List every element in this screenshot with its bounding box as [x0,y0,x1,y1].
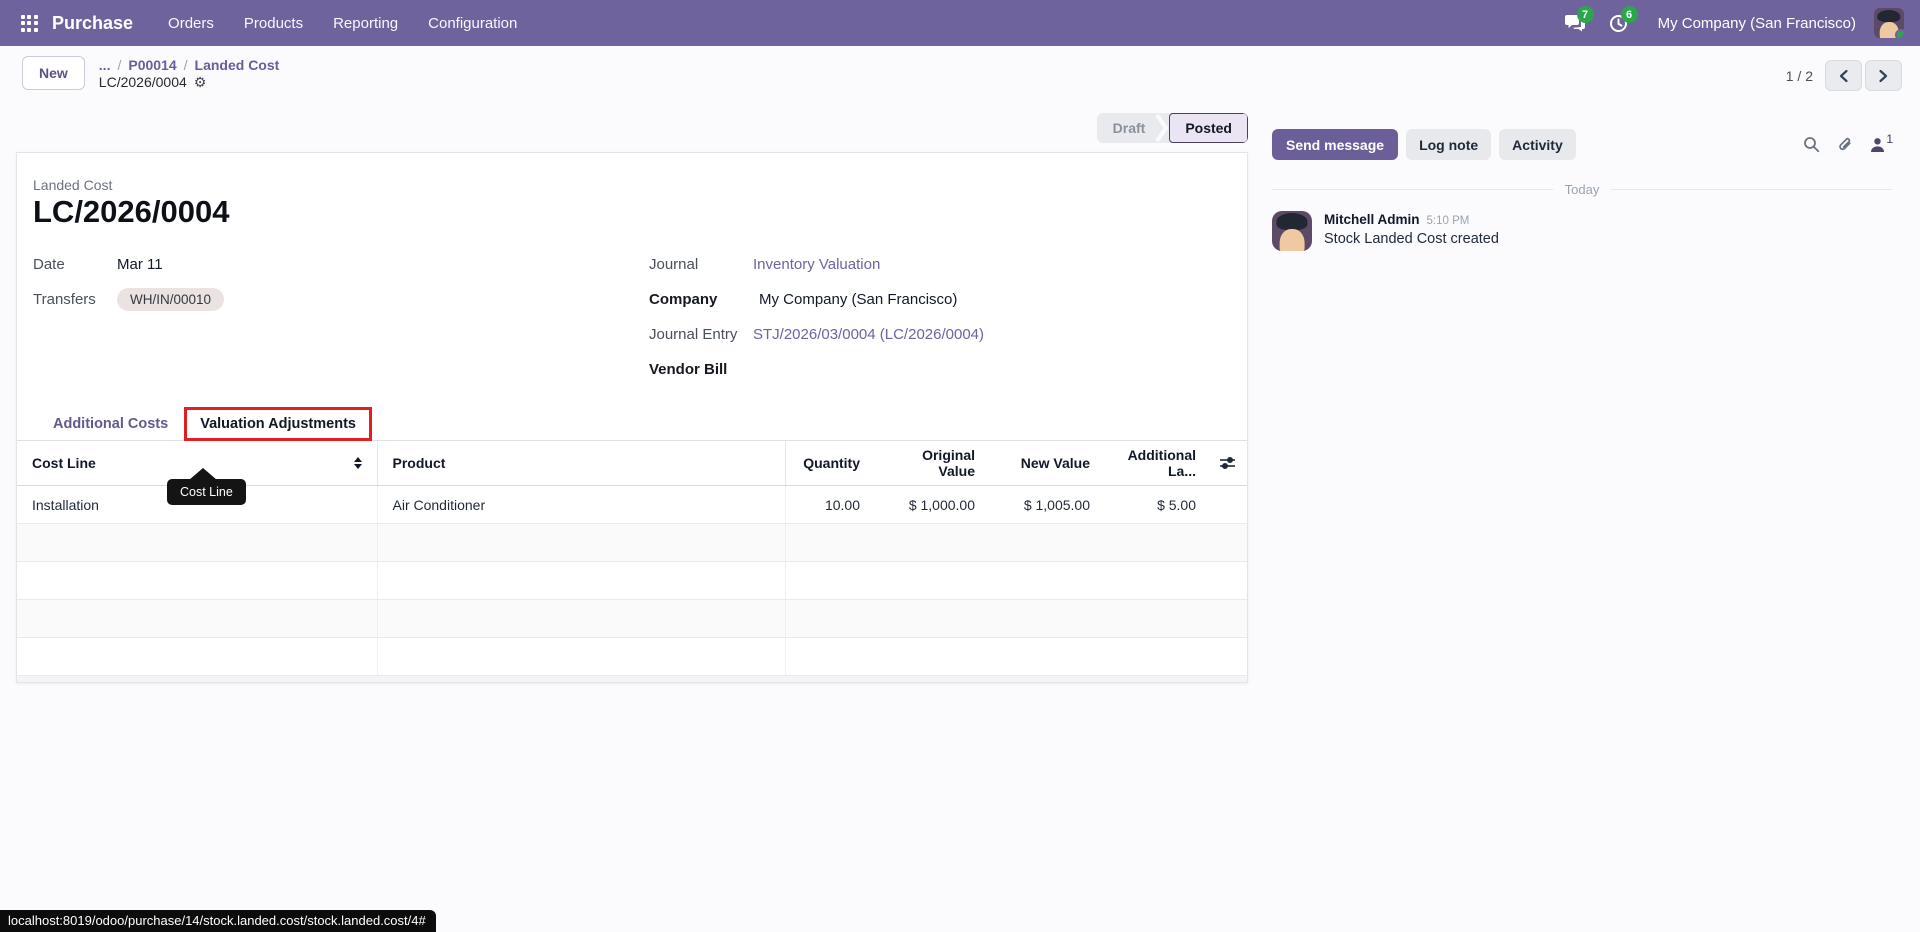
message-author-avatar[interactable] [1272,211,1312,251]
avatar-art [1877,9,1901,23]
tab-valuation-adjustments[interactable]: Valuation Adjustments [184,407,372,441]
tab-additional-costs[interactable]: Additional Costs [37,408,184,440]
menu-configuration[interactable]: Configuration [415,9,530,38]
activity-button[interactable]: Activity [1499,129,1576,160]
empty-row [17,637,1247,676]
date-label: Date [33,256,65,273]
pager-previous-button[interactable] [1825,60,1862,91]
presence-indicator [1895,29,1904,38]
message-time: 5:10 PM [1426,215,1470,227]
vendor-bill-label: Vendor Bill [649,361,728,378]
pager-value: 1 / 2 [1785,67,1813,84]
column-additional-landed-cost[interactable]: Additional La... [1105,441,1211,486]
company-label: Company [649,291,718,308]
cell-product[interactable]: Air Conditioner [377,485,786,524]
record-title[interactable]: LC/2026/0004 [33,193,1231,231]
notebook-tabs: Additional Costs Valuation Adjustments [17,407,1247,441]
statusbar-arrow-icon [1155,113,1169,143]
empty-row [17,523,1247,562]
sliders-icon [1219,455,1239,471]
message-author[interactable]: Mitchell Admin [1324,212,1420,227]
status-posted[interactable]: Posted [1169,113,1248,143]
company-switcher[interactable]: My Company (San Francisco) [1658,15,1856,32]
breadcrumb: ... / P00014 / Landed Cost LC/2026/0004 … [99,56,280,90]
followers-count: 1 [1886,131,1893,146]
statusbar: Draft Posted [1096,113,1248,143]
cell-new-value[interactable]: $ 1,005.00 [990,485,1105,524]
sheet-footer [17,676,1247,682]
apps-grid-icon [20,14,38,32]
apps-menu-button[interactable] [16,10,42,36]
optional-columns-button[interactable] [1211,441,1247,486]
date-field[interactable]: Mar 11 [117,256,163,273]
field-group: Date Mar 11 Transfers WH/IN/00010 Journa… [17,247,1247,387]
cell-original-value[interactable]: $ 1,000.00 [875,485,990,524]
journal-entry-label: Journal Entry [649,326,738,343]
activities-button[interactable]: 6 [1602,6,1638,38]
sort-arrows-icon [353,457,362,469]
date-divider: Today [1272,182,1892,197]
main-content: Draft Posted Landed Cost LC/2026/0004 Da… [0,97,1920,683]
main-menu: Orders Products Reporting Configuration [155,9,530,38]
send-message-button[interactable]: Send message [1272,129,1399,160]
app-name[interactable]: Purchase [52,13,133,34]
log-note-button[interactable]: Log note [1406,129,1492,160]
form-sheet: Landed Cost LC/2026/0004 Date Mar 11 Tra… [16,152,1248,683]
user-avatar[interactable] [1874,8,1904,38]
column-product[interactable]: Product [377,441,786,486]
messages-button[interactable]: 7 [1558,6,1594,38]
empty-row [17,561,1247,600]
chevron-right-icon [1878,69,1889,83]
journal-label: Journal [649,256,699,273]
transfers-label: Transfers [33,291,96,308]
message-body: Stock Landed Cost created [1324,231,1499,247]
followers-button[interactable]: 1 [1870,132,1893,153]
status-draft[interactable]: Draft [1097,113,1156,143]
chatter-message: Mitchell Admin 5:10 PM Stock Landed Cost… [1272,211,1892,251]
messages-badge: 7 [1576,6,1594,23]
column-quantity[interactable]: Quantity [785,441,875,486]
breadcrumb-separator: / [117,57,122,73]
menu-orders[interactable]: Orders [155,9,227,38]
column-new-value[interactable]: New Value [990,441,1105,486]
menu-reporting[interactable]: Reporting [320,9,411,38]
link-preview-statusbar: localhost:8019/odoo/purchase/14/stock.la… [0,910,436,932]
journal-field[interactable]: Inventory Valuation [753,256,880,273]
new-button[interactable]: New [22,56,85,90]
control-panel: New ... / P00014 / Landed Cost LC/2026/0… [0,46,1920,97]
cell-additional-landed-cost[interactable]: $ 5.00 [1105,485,1211,524]
person-icon [1870,137,1885,153]
menu-products[interactable]: Products [231,9,316,38]
chatter: Send message Log note Activity 1 Today M… [1248,113,1920,683]
pager-next-button[interactable] [1865,60,1902,91]
attachments-button[interactable] [1836,136,1854,154]
transfers-tag[interactable]: WH/IN/00010 [117,288,225,311]
chevron-left-icon [1838,69,1849,83]
breadcrumb-item-p00014[interactable]: P00014 [128,57,176,73]
model-label: Landed Cost [33,177,113,193]
paperclip-icon [1836,136,1854,154]
empty-row [17,599,1247,638]
column-original-value[interactable]: Original Value [875,441,990,486]
breadcrumb-current-record: LC/2026/0004 [98,74,187,90]
top-navbar: Purchase Orders Products Reporting Confi… [0,0,1920,46]
company-field[interactable]: My Company (San Francisco) [759,291,957,308]
search-messages-button[interactable] [1803,136,1820,153]
navbar-right: 7 6 My Company (San Francisco) [1558,6,1904,38]
breadcrumb-separator: / [183,57,188,73]
cell-quantity[interactable]: 10.00 [785,485,875,524]
breadcrumb-ellipsis[interactable]: ... [99,57,111,73]
activities-badge: 6 [1620,6,1638,23]
pager: 1 / 2 [1786,56,1902,91]
journal-entry-field[interactable]: STJ/2026/03/0004 (LC/2026/0004) [753,326,984,343]
form-column: Draft Posted Landed Cost LC/2026/0004 Da… [16,113,1248,683]
cost-line-tooltip: Cost Line [167,468,246,505]
gear-icon[interactable]: ⚙ [194,75,207,89]
breadcrumb-item-landed-cost[interactable]: Landed Cost [195,57,280,73]
magnifier-icon [1803,136,1820,153]
